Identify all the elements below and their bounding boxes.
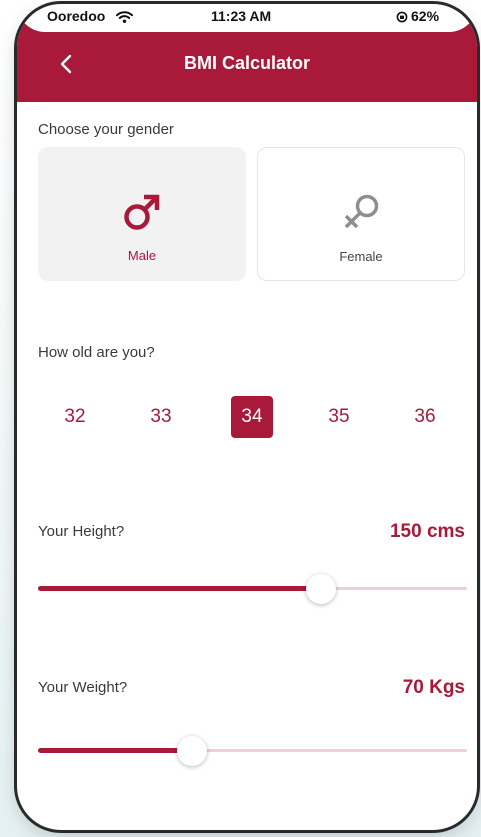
gender-option-male[interactable]: Male xyxy=(38,147,246,281)
wifi-icon xyxy=(116,11,133,23)
status-bar: Ooredoo 11:23 AM 62% xyxy=(17,4,477,32)
page-title: BMI Calculator xyxy=(183,53,311,73)
age-option[interactable]: 35 xyxy=(318,396,360,438)
phone-screen: Ooredoo 11:23 AM 62% BMI Calculator Choo… xyxy=(17,4,477,830)
height-value: 150 cms xyxy=(389,521,465,542)
age-option-selected[interactable]: 34 xyxy=(231,396,273,438)
orientation-lock-icon xyxy=(396,11,408,23)
height-question: Your Height? xyxy=(38,523,125,540)
age-picker[interactable]: 32 33 34 35 36 xyxy=(17,396,477,440)
weight-slider[interactable] xyxy=(38,736,467,766)
female-icon xyxy=(344,194,379,229)
age-option[interactable]: 33 xyxy=(140,396,182,438)
gender-option-female[interactable]: Female xyxy=(257,147,465,281)
carrier-name: Ooredoo xyxy=(47,8,106,24)
battery-percent: 62% xyxy=(411,8,440,24)
status-time: 11:23 AM xyxy=(211,8,272,24)
height-slider-thumb[interactable] xyxy=(306,574,336,604)
weight-slider-fill xyxy=(38,748,192,753)
app-header: Ooredoo 11:23 AM 62% BMI Calculator xyxy=(17,4,477,102)
weight-question: Your Weight? xyxy=(38,679,128,696)
gender-question: Choose your gender xyxy=(38,121,174,138)
age-question: How old are you? xyxy=(38,344,155,361)
male-icon xyxy=(124,194,160,230)
age-option[interactable]: 36 xyxy=(404,396,446,438)
height-slider[interactable] xyxy=(38,574,467,604)
gender-label-male: Male xyxy=(127,248,157,263)
weight-slider-thumb[interactable] xyxy=(177,736,207,766)
weight-value: 70 Kgs xyxy=(402,677,465,698)
gender-label-female: Female xyxy=(339,249,383,264)
height-slider-fill xyxy=(38,586,321,591)
age-option[interactable]: 32 xyxy=(54,396,96,438)
